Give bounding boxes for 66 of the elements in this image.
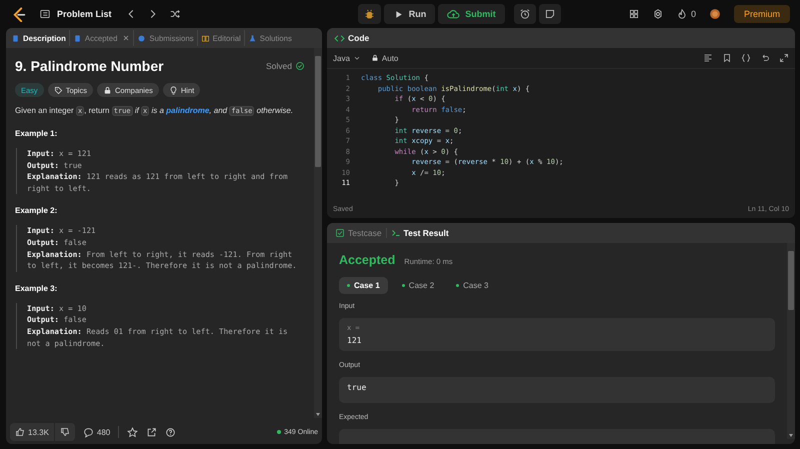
mode-label: Auto [382,54,398,62]
undo-icon[interactable] [760,53,770,63]
expand-icon[interactable] [779,53,789,63]
shuffle-icon[interactable] [168,8,181,20]
submit-button[interactable]: Submit [438,4,505,24]
star-icon[interactable] [127,426,138,438]
layout-icon[interactable] [628,8,640,20]
close-icon [122,34,130,42]
bug-icon [362,8,376,20]
panel-tab[interactable]: Test Result [386,228,453,238]
panel-tab[interactable]: Testcase [331,228,386,238]
list-icon [39,8,51,20]
checkbox-icon [335,228,345,238]
case-tab[interactable]: Case 2 [394,277,442,294]
help-icon[interactable] [165,426,176,438]
value-text: true [347,383,368,392]
flask-icon [248,34,257,42]
comment-icon[interactable] [82,426,94,438]
premium-button[interactable]: Premium [734,5,790,23]
example-heading: Example 3: [15,284,58,293]
solved-status: Solved [266,61,292,71]
alarm-clock-icon [518,8,531,20]
clock-icon [137,34,146,42]
close-tab-button[interactable] [122,34,130,42]
panel-title: Code [348,33,370,43]
code-icon [334,32,345,44]
avatar-icon[interactable] [708,7,722,21]
timer-button[interactable] [514,4,536,24]
lightbulb-icon [168,86,178,94]
fire-icon [676,8,688,20]
example-heading: Example 2: [15,206,58,216]
lock-icon [102,86,112,94]
problem-title: 9. Palindrome Number [15,58,164,74]
comment-count: 480 [96,428,110,436]
palindrome-link[interactable]: palindrome [166,106,210,115]
terminal-icon [390,228,401,238]
share-icon[interactable] [146,426,158,438]
run-button[interactable]: Run [384,4,436,24]
lock-icon [370,54,379,62]
result-verdict: Accepted [339,253,396,267]
check-circle-icon [295,61,305,71]
example-heading: Example 1: [15,129,58,138]
problem-list-link[interactable]: Problem List [36,4,115,24]
streak-count: 0 [690,9,696,19]
book-icon [200,34,210,42]
tag-icon [54,86,63,94]
braces-icon[interactable] [741,53,751,63]
cloud-upload-icon [447,8,460,20]
notes-button[interactable] [538,4,561,24]
scrollbar[interactable] [314,48,322,418]
settings-icon[interactable] [652,8,664,20]
language-dropdown[interactable]: Java [333,54,361,62]
document-icon [11,34,20,42]
document-icon [72,34,82,42]
bookmark-icon[interactable] [722,53,732,63]
value-text: 121 [347,336,362,345]
scrollbar[interactable] [787,243,795,439]
format-icon[interactable] [703,53,713,63]
chevron-down-icon [352,54,361,62]
case-tab[interactable]: Case 1 [339,277,388,294]
thumbs-down-icon [60,427,70,437]
case-tab[interactable]: Case 3 [448,277,497,294]
note-icon [544,8,556,20]
debug-button[interactable] [358,4,381,24]
online-dot [277,430,282,434]
thumbs-up-icon [15,427,25,437]
